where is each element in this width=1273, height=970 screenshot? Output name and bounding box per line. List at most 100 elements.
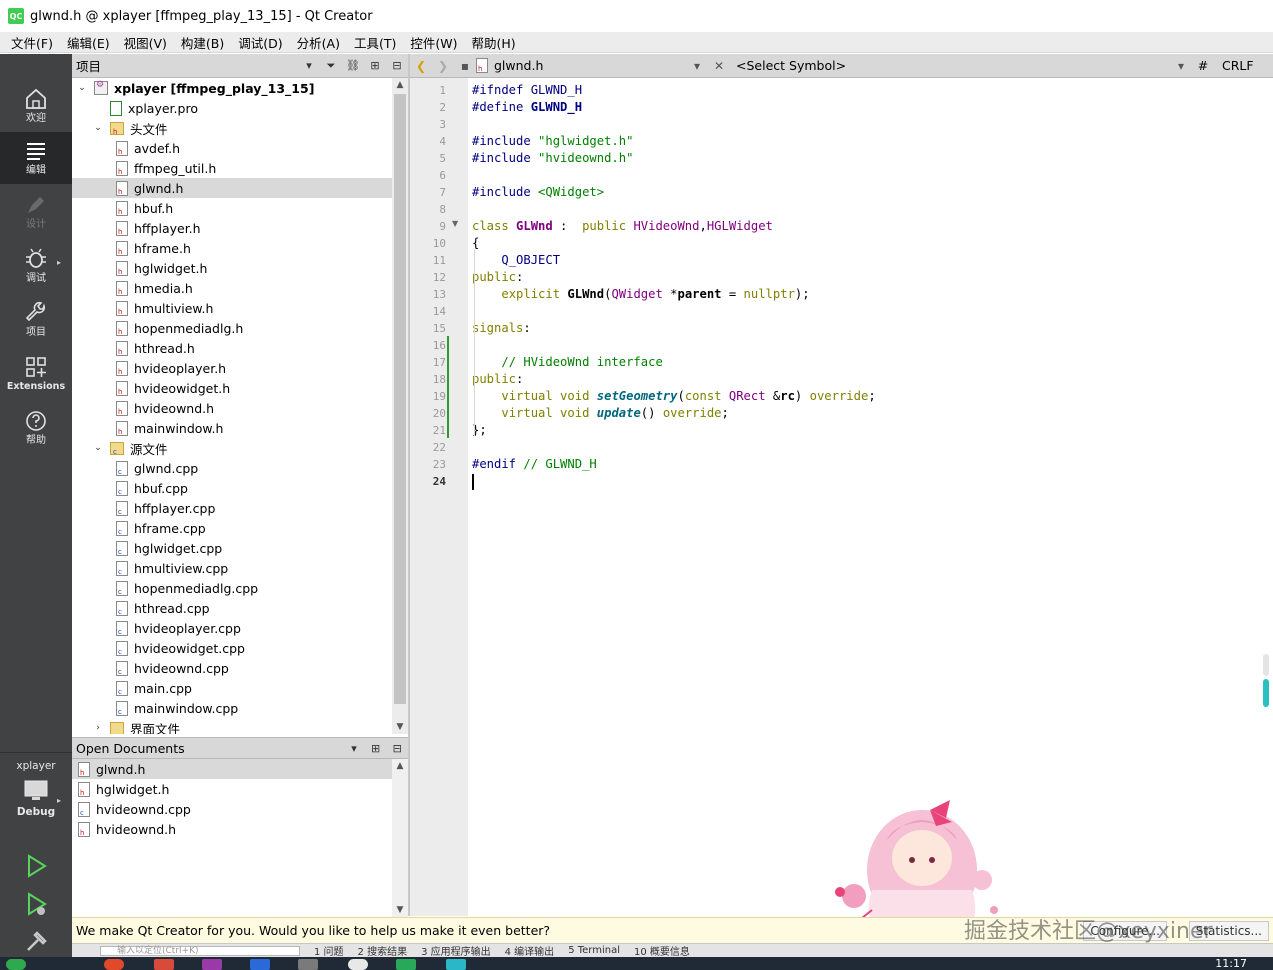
- filter-icon[interactable]: ⏷: [320, 54, 342, 78]
- open-documents-scrollbar[interactable]: ▲ ▼: [392, 759, 408, 917]
- tree-file[interactable]: ffmpeg_util.h: [72, 158, 392, 178]
- tree-file[interactable]: hthread.cpp: [72, 598, 392, 618]
- tree-file[interactable]: hffplayer.h: [72, 218, 392, 238]
- tree-file[interactable]: xplayer.pro: [72, 98, 392, 118]
- output-tab-compile-output[interactable]: 4 编译输出: [505, 944, 555, 957]
- open-documents-title[interactable]: Open Documents: [76, 741, 343, 756]
- tree-folder[interactable]: ⌄ 头文件: [72, 118, 392, 138]
- mode-help[interactable]: 帮助: [0, 402, 72, 454]
- tree-file[interactable]: hframe.h: [72, 238, 392, 258]
- menu-build[interactable]: 构建(B): [174, 33, 231, 52]
- line-ending-selector[interactable]: CRLF: [1214, 58, 1254, 73]
- tree-file[interactable]: hmultiview.h: [72, 298, 392, 318]
- tree-file[interactable]: main.cpp: [72, 678, 392, 698]
- collapse-arrow-icon[interactable]: ›: [92, 722, 104, 734]
- app-icon[interactable]: [154, 959, 174, 970]
- tree-project[interactable]: ⌄ xplayer [ffmpeg_play_13_15]: [72, 78, 392, 98]
- tree-file[interactable]: hmedia.h: [72, 278, 392, 298]
- output-tab-app-output[interactable]: 3 应用程序输出: [421, 944, 491, 957]
- scroll-down-icon[interactable]: ▼: [392, 903, 408, 917]
- tree-file[interactable]: hframe.cpp: [72, 518, 392, 538]
- tree-file[interactable]: avdef.h: [72, 138, 392, 158]
- open-document-item[interactable]: hvideownd.cpp: [72, 799, 392, 819]
- forward-arrow-icon[interactable]: ❯: [432, 59, 454, 73]
- menu-view[interactable]: 视图(V): [117, 33, 174, 52]
- menu-tools[interactable]: 工具(T): [347, 33, 403, 52]
- tree-file[interactable]: hbuf.cpp: [72, 478, 392, 498]
- tree-file[interactable]: hvideowidget.h: [72, 378, 392, 398]
- menu-help[interactable]: 帮助(H): [464, 33, 522, 52]
- tree-file[interactable]: hffplayer.cpp: [72, 498, 392, 518]
- output-tab-issues[interactable]: 1 问题: [314, 944, 344, 957]
- menu-analyze[interactable]: 分析(A): [290, 33, 347, 52]
- back-arrow-icon[interactable]: ❮: [410, 59, 432, 73]
- tree-folder[interactable]: › 界面文件: [72, 718, 392, 734]
- tree-file[interactable]: hvideowidget.cpp: [72, 638, 392, 658]
- close-document-icon[interactable]: ✕: [708, 59, 730, 73]
- tree-file[interactable]: hglwidget.h: [72, 258, 392, 278]
- mode-projects[interactable]: 项目: [0, 294, 72, 346]
- menu-window[interactable]: 控件(W): [403, 33, 464, 52]
- split-icon[interactable]: ⊞: [364, 54, 386, 78]
- open-document-item[interactable]: hglwidget.h: [72, 779, 392, 799]
- tree-file[interactable]: glwnd.h: [72, 178, 392, 198]
- tree-file[interactable]: hvideoplayer.h: [72, 358, 392, 378]
- tree-file[interactable]: glwnd.cpp: [72, 458, 392, 478]
- locator-input[interactable]: 输入以定位(Ctrl+K): [100, 945, 300, 956]
- chevron-down-icon[interactable]: ▾: [298, 54, 320, 78]
- output-tab-general-messages[interactable]: 10 概要信息: [634, 944, 690, 957]
- expand-arrow-icon[interactable]: ⌄: [76, 82, 88, 94]
- symbol-selector[interactable]: <Select Symbol>: [730, 58, 1170, 73]
- fold-marker-icon[interactable]: ▼: [452, 219, 458, 228]
- mode-edit[interactable]: 编辑: [0, 132, 72, 184]
- open-document-item[interactable]: hvideownd.h: [72, 819, 392, 839]
- project-view-selector[interactable]: 项目: [76, 56, 298, 75]
- build-hammer-icon[interactable]: [22, 928, 50, 956]
- project-tree-scrollbar[interactable]: ▲ ▼: [392, 78, 408, 734]
- scroll-up-icon[interactable]: ▲: [392, 78, 408, 92]
- tree-file[interactable]: hvideoplayer.cpp: [72, 618, 392, 638]
- link-icon[interactable]: ⛓: [342, 54, 364, 78]
- run-icon[interactable]: [22, 852, 50, 880]
- tree-file[interactable]: hopenmediadlg.cpp: [72, 578, 392, 598]
- project-tree[interactable]: ⌄ xplayer [ffmpeg_play_13_15] xplayer.pro ⌄…: [72, 78, 392, 734]
- visual-studio-icon[interactable]: [202, 959, 222, 970]
- close-pane-icon[interactable]: ⊟: [386, 736, 408, 760]
- open-documents-list[interactable]: glwnd.h hglwidget.h hvideownd.cpp hvideownd…: [72, 759, 392, 917]
- open-document-item[interactable]: glwnd.h: [72, 759, 392, 779]
- tree-file[interactable]: hbuf.h: [72, 198, 392, 218]
- browser-icon[interactable]: [104, 959, 124, 970]
- app-icon[interactable]: [298, 959, 318, 970]
- tree-file[interactable]: hopenmediadlg.h: [72, 318, 392, 338]
- scroll-down-icon[interactable]: ▼: [392, 720, 408, 734]
- menu-edit[interactable]: 编辑(E): [60, 33, 117, 52]
- tree-file[interactable]: hmultiview.cpp: [72, 558, 392, 578]
- preprocessor-button[interactable]: #: [1192, 58, 1214, 73]
- tree-file[interactable]: hvideownd.h: [72, 398, 392, 418]
- chevron-down-icon[interactable]: ▾: [686, 59, 708, 73]
- tree-file[interactable]: mainwindow.cpp: [72, 698, 392, 718]
- expand-arrow-icon[interactable]: ⌄: [92, 122, 104, 134]
- scrollbar-thumb[interactable]: [394, 94, 406, 704]
- chevron-down-icon[interactable]: ▾: [343, 736, 365, 760]
- document-selector[interactable]: glwnd.h: [476, 58, 686, 73]
- chat-icon[interactable]: [348, 959, 368, 970]
- mode-welcome[interactable]: 欢迎: [0, 80, 72, 132]
- debug-run-icon[interactable]: [22, 890, 50, 918]
- code-editor[interactable]: #ifndef GLWND_H #define GLWND_H #include "…: [468, 78, 1273, 916]
- app-icon[interactable]: [446, 959, 466, 970]
- tree-file[interactable]: hglwidget.cpp: [72, 538, 392, 558]
- kit-selector[interactable]: Debug: [0, 778, 72, 834]
- tree-file[interactable]: hvideownd.cpp: [72, 658, 392, 678]
- lock-icon[interactable]: ▪: [454, 59, 476, 73]
- menu-debug[interactable]: 调试(D): [231, 33, 289, 52]
- output-tab-search-results[interactable]: 2 搜索结果: [358, 944, 408, 957]
- expand-arrow-icon[interactable]: ⌄: [92, 442, 104, 454]
- menu-file[interactable]: 文件(F): [4, 33, 60, 52]
- tree-file[interactable]: hthread.h: [72, 338, 392, 358]
- app-m-icon[interactable]: [250, 959, 270, 970]
- mode-design[interactable]: 设计: [0, 186, 72, 238]
- scroll-up-icon[interactable]: ▲: [392, 759, 408, 773]
- mode-extensions[interactable]: Extensions: [0, 348, 72, 400]
- tree-folder[interactable]: ⌄ 源文件: [72, 438, 392, 458]
